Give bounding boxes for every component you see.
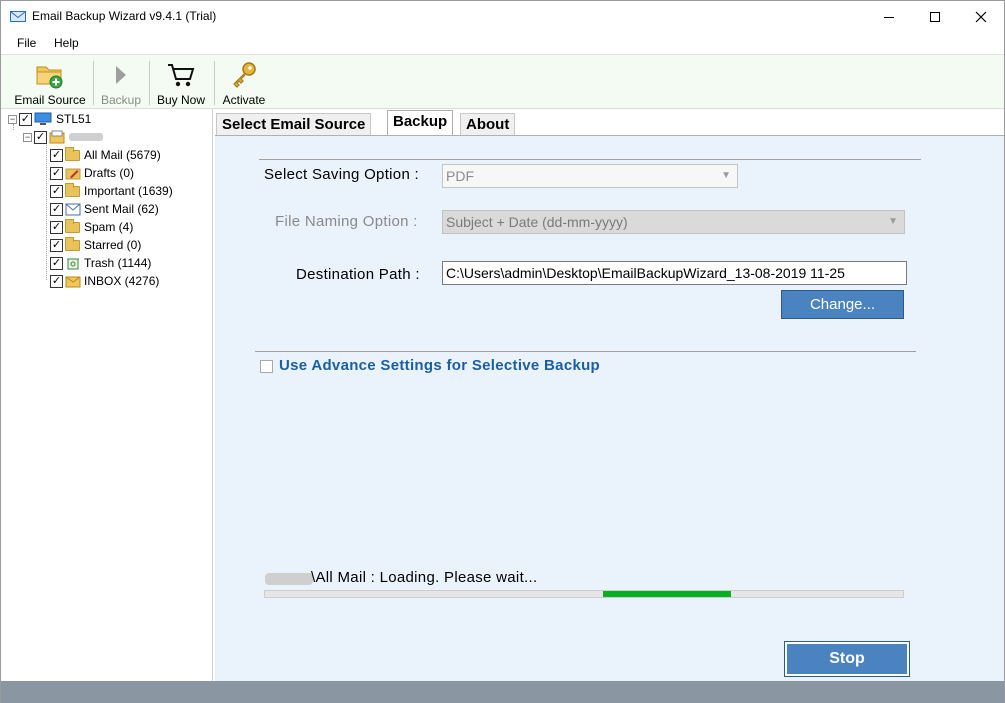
tree-item-label: INBOX (4276)	[84, 274, 160, 288]
window-title: Email Backup Wizard v9.4.1 (Trial)	[32, 9, 217, 23]
menu-bar: File Help	[1, 32, 1004, 54]
saving-option-select[interactable]: PDF ▼	[442, 164, 738, 188]
chevron-down-icon: ▼	[721, 170, 731, 181]
folder-tree: − ✓ STL51 − ✓ ✓ All Mail (5679) ✓ Drafts…	[1, 109, 213, 681]
stop-button[interactable]: Stop	[784, 641, 910, 677]
progress-fill	[603, 591, 731, 597]
tree-item-label: Drafts (0)	[84, 166, 135, 180]
toolbar-divider	[93, 61, 94, 105]
backup-button[interactable]: Backup	[98, 55, 144, 110]
activate-label: Activate	[222, 93, 266, 107]
advance-settings-checkbox[interactable]	[260, 360, 273, 373]
account-name-redacted	[69, 133, 103, 141]
naming-option-value: Subject + Date (dd-mm-yyyy)	[446, 214, 628, 230]
folder-icon	[65, 236, 80, 251]
cart-icon	[168, 64, 195, 87]
activate-button[interactable]: Activate	[219, 55, 269, 110]
folder-icon	[65, 218, 80, 233]
progress-bar	[264, 590, 904, 598]
play-arrow-icon	[116, 66, 126, 84]
buy-now-button[interactable]: Buy Now	[153, 55, 209, 110]
saving-option-label: Select Saving Option :	[264, 166, 420, 183]
tree-item-label: All Mail (5679)	[84, 148, 161, 162]
checkbox[interactable]: ✓	[50, 274, 63, 288]
envelope-icon	[10, 11, 26, 22]
status-bar	[1, 681, 1004, 703]
inbox-icon	[65, 276, 81, 288]
toolbar: Email Source Backup Buy Now Activate	[1, 54, 1004, 109]
tree-item-starred[interactable]: ✓ Starred (0)	[50, 236, 141, 254]
minimize-icon	[884, 16, 894, 18]
advance-settings-label[interactable]: Use Advance Settings for Selective Backu…	[279, 357, 600, 374]
buy-now-label: Buy Now	[156, 93, 206, 107]
folder-add-icon	[36, 66, 63, 89]
maximize-button[interactable]	[912, 1, 958, 32]
tree-connector	[46, 145, 47, 280]
tab-select-email-source[interactable]: Select Email Source	[216, 113, 372, 135]
toolbar-divider	[214, 61, 215, 105]
checkbox[interactable]: ✓	[19, 112, 32, 126]
collapse-icon[interactable]: −	[8, 114, 17, 124]
destination-path-label: Destination Path :	[296, 266, 420, 283]
checkbox[interactable]: ✓	[50, 202, 63, 216]
tree-root[interactable]: − ✓ STL51	[8, 110, 91, 128]
tree-item-inbox[interactable]: ✓ INBOX (4276)	[50, 272, 159, 290]
mailbox-icon	[49, 130, 65, 144]
checkbox[interactable]: ✓	[34, 130, 47, 144]
tab-about[interactable]: About	[460, 113, 516, 135]
chevron-down-icon: ▼	[888, 216, 898, 227]
close-button[interactable]	[958, 1, 1004, 32]
tree-item-trash[interactable]: ✓ Trash (1144)	[50, 254, 151, 272]
naming-option-label: File Naming Option :	[275, 213, 418, 230]
divider	[255, 351, 916, 352]
drafts-folder-icon	[65, 168, 81, 180]
tree-item-label: Trash (1144)	[84, 256, 152, 270]
backup-panel: Select Saving Option : PDF ▼ File Naming…	[215, 135, 1004, 681]
status-text: \All Mail : Loading. Please wait...	[311, 569, 538, 586]
toolbar-divider	[149, 61, 150, 105]
close-icon	[975, 11, 987, 22]
app-window: Email Backup Wizard v9.4.1 (Trial) File …	[0, 0, 1005, 703]
checkbox[interactable]: ✓	[50, 166, 63, 180]
computer-icon	[34, 112, 52, 125]
checkbox[interactable]: ✓	[50, 220, 63, 234]
email-source-button[interactable]: Email Source	[14, 55, 86, 110]
tree-item-label: Starred (0)	[84, 238, 142, 252]
tree-item-spam[interactable]: ✓ Spam (4)	[50, 218, 133, 236]
tab-bar: Select Email Source Backup About	[214, 109, 1004, 136]
change-button[interactable]: Change...	[781, 290, 904, 319]
tree-item-all-mail[interactable]: ✓ All Mail (5679)	[50, 146, 161, 164]
tree-root-label: STL51	[56, 112, 92, 126]
saving-option-value: PDF	[446, 168, 474, 184]
divider	[259, 159, 921, 160]
checkbox[interactable]: ✓	[50, 256, 63, 270]
tree-account[interactable]: − ✓	[23, 128, 103, 146]
tree-item-label: Important (1639)	[84, 184, 173, 198]
sent-folder-icon	[65, 203, 81, 216]
tree-item-label: Spam (4)	[84, 220, 134, 234]
checkbox[interactable]: ✓	[50, 184, 63, 198]
folder-icon	[65, 146, 80, 161]
checkbox[interactable]: ✓	[50, 238, 63, 252]
backup-label: Backup	[100, 93, 142, 107]
menu-file[interactable]: File	[17, 36, 36, 50]
minimize-button[interactable]	[866, 1, 912, 32]
collapse-icon[interactable]: −	[23, 132, 32, 142]
trash-icon	[67, 258, 79, 270]
naming-option-select[interactable]: Subject + Date (dd-mm-yyyy) ▼	[442, 210, 905, 234]
tree-item-sent-mail[interactable]: ✓ Sent Mail (62)	[50, 200, 159, 218]
tree-item-drafts[interactable]: ✓ Drafts (0)	[50, 164, 134, 182]
title-bar: Email Backup Wizard v9.4.1 (Trial)	[1, 1, 1004, 32]
tree-item-important[interactable]: ✓ Important (1639)	[50, 182, 173, 200]
tab-backup[interactable]: Backup	[387, 110, 454, 136]
menu-help[interactable]: Help	[54, 36, 79, 50]
folder-icon	[65, 182, 80, 197]
email-source-label: Email Source	[14, 93, 86, 107]
key-icon	[233, 62, 256, 88]
checkbox[interactable]: ✓	[50, 148, 63, 162]
status-source-redacted	[265, 573, 313, 585]
tree-item-label: Sent Mail (62)	[84, 202, 159, 216]
maximize-icon	[930, 11, 940, 22]
destination-path-input[interactable]: C:\Users\admin\Desktop\EmailBackupWizard…	[442, 261, 907, 285]
